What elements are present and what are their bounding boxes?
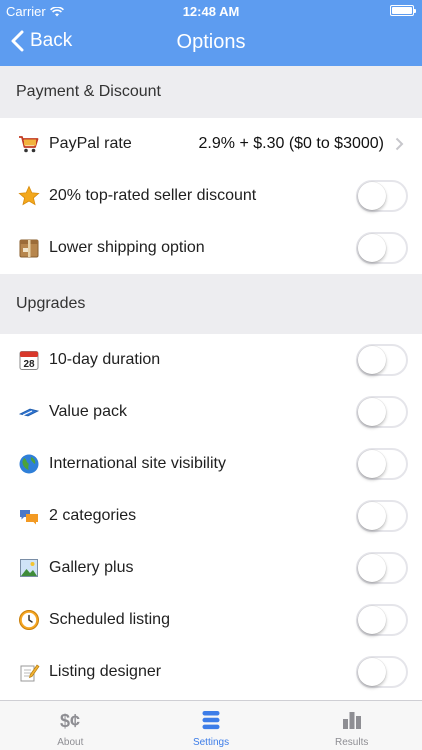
row-label: PayPal rate bbox=[49, 135, 132, 152]
tab-label: Results bbox=[335, 737, 369, 748]
two-categories-toggle[interactable] bbox=[356, 500, 408, 532]
clock-icon bbox=[18, 609, 40, 631]
ten-day-duration-row: 28 10-day duration bbox=[0, 334, 422, 386]
paypal-rate-row[interactable]: PayPal rate 2.9% + $.30 ($0 to $3000) bbox=[0, 118, 422, 170]
top-rated-discount-toggle[interactable] bbox=[356, 180, 408, 212]
package-icon bbox=[18, 237, 40, 259]
nav-bar: Back Options bbox=[0, 22, 422, 66]
listing-designer-row: Listing designer bbox=[0, 646, 422, 698]
value-pack-toggle[interactable] bbox=[356, 396, 408, 428]
row-label: Scheduled listing bbox=[49, 611, 170, 628]
lower-shipping-row: Lower shipping option bbox=[0, 222, 422, 274]
tab-label: Settings bbox=[192, 737, 230, 748]
lower-shipping-toggle[interactable] bbox=[356, 232, 408, 264]
toggle-knob bbox=[358, 450, 386, 478]
toggle-knob bbox=[358, 502, 386, 530]
gallery-plus-toggle[interactable] bbox=[356, 552, 408, 584]
tab-label: About bbox=[57, 737, 84, 748]
row-label: Lower shipping option bbox=[49, 239, 205, 256]
chevron-right-icon bbox=[395, 137, 404, 151]
section-title: Upgrades bbox=[16, 295, 86, 312]
international-visibility-toggle[interactable] bbox=[356, 448, 408, 480]
status-bar: Carrier 12:48 AM bbox=[0, 0, 422, 22]
row-label: 10-day duration bbox=[49, 351, 161, 368]
tab-about[interactable]: $¢ About bbox=[0, 701, 141, 750]
tab-settings[interactable]: Settings bbox=[141, 701, 282, 750]
two-categories-row: 2 categories bbox=[0, 490, 422, 542]
tab-bar: $¢ About Settings Results bbox=[0, 700, 422, 750]
bar-chart-icon bbox=[342, 707, 362, 733]
section-title: Payment & Discount bbox=[16, 83, 161, 100]
picture-icon bbox=[18, 557, 40, 579]
toggle-knob bbox=[358, 398, 386, 426]
svg-text:$¢: $¢ bbox=[60, 711, 80, 731]
toggle-knob bbox=[358, 554, 386, 582]
toggle-knob bbox=[358, 182, 386, 210]
ten-day-duration-toggle[interactable] bbox=[356, 344, 408, 376]
value-pack-row: Value pack bbox=[0, 386, 422, 438]
toggle-knob bbox=[358, 346, 386, 374]
navigation-header: Carrier 12:48 AM Back Options bbox=[0, 0, 422, 66]
listing-designer-toggle[interactable] bbox=[356, 656, 408, 688]
scheduled-listing-row: Scheduled listing bbox=[0, 594, 422, 646]
international-visibility-row: International site visibility bbox=[0, 438, 422, 490]
clock-label: 12:48 AM bbox=[182, 4, 240, 19]
calendar-icon: 28 bbox=[18, 349, 40, 371]
star-icon bbox=[18, 185, 40, 207]
scheduled-listing-toggle[interactable] bbox=[356, 604, 408, 636]
pencil-paper-icon bbox=[18, 661, 40, 683]
shopping-cart-icon bbox=[18, 133, 40, 155]
row-label: Gallery plus bbox=[49, 559, 134, 576]
section-header-payment: Payment & Discount bbox=[0, 66, 422, 118]
back-label: Back bbox=[30, 30, 73, 51]
row-label: Value pack bbox=[49, 403, 127, 420]
top-rated-discount-row: 20% top-rated seller discount bbox=[0, 170, 422, 222]
chat-bubbles-icon bbox=[18, 505, 40, 527]
row-label: 20% top-rated seller discount bbox=[49, 187, 257, 204]
row-label: International site visibility bbox=[49, 455, 226, 472]
toggle-knob bbox=[358, 234, 386, 262]
tab-results[interactable]: Results bbox=[281, 701, 422, 750]
globe-icon bbox=[18, 453, 40, 475]
battery-icon bbox=[390, 5, 416, 16]
section-header-upgrades: Upgrades bbox=[0, 274, 422, 334]
paypal-rate-value: 2.9% + $.30 ($0 to $3000) bbox=[198, 135, 384, 152]
toggle-knob bbox=[358, 658, 386, 686]
tag-icon bbox=[18, 401, 40, 423]
row-label: Listing designer bbox=[49, 663, 162, 680]
dollar-cent-icon: $¢ bbox=[58, 707, 82, 733]
toggle-knob bbox=[358, 606, 386, 634]
back-button[interactable]: Back bbox=[10, 30, 72, 52]
row-label: 2 categories bbox=[49, 507, 137, 524]
calendar-day-text: 28 bbox=[23, 359, 35, 370]
stack-icon bbox=[202, 707, 220, 733]
gallery-plus-row: Gallery plus bbox=[0, 542, 422, 594]
chevron-left-icon bbox=[11, 30, 24, 52]
